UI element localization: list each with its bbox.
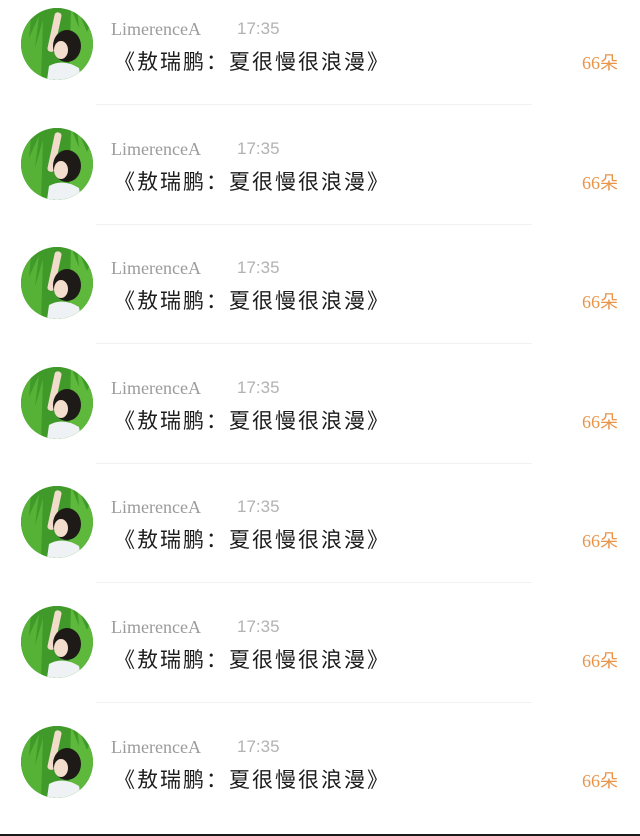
avatar-photo-icon bbox=[21, 247, 93, 320]
gift-amount: 66朵 bbox=[582, 292, 618, 313]
gift-message: 《敖瑞鹏：夏很慢很浪漫》 bbox=[114, 648, 390, 672]
gift-amount: 66朵 bbox=[582, 53, 618, 73]
gift-message: 《敖瑞鹏：夏很慢很浪漫》 bbox=[114, 408, 390, 433]
gift-message: 《敖瑞鹏：夏很慢很浪漫》 bbox=[114, 50, 390, 74]
list-item[interactable]: LimerenceA 17:35 《敖瑞鹏：夏很慢很浪漫》 66朵 bbox=[0, 718, 640, 836]
avatar-photo-icon bbox=[21, 366, 93, 439]
avatar[interactable] bbox=[21, 127, 93, 200]
avatar[interactable] bbox=[21, 486, 93, 559]
avatar[interactable] bbox=[21, 606, 93, 678]
divider bbox=[96, 223, 532, 225]
gift-amount: 66朵 bbox=[582, 531, 618, 552]
timestamp: 17:35 bbox=[237, 377, 280, 397]
avatar-photo-icon bbox=[21, 127, 93, 200]
username[interactable]: LimerenceA bbox=[111, 616, 201, 638]
timestamp: 17:35 bbox=[237, 19, 280, 38]
username[interactable]: LimerenceA bbox=[111, 377, 201, 399]
gift-message: 《敖瑞鹏：夏很慢很浪漫》 bbox=[114, 169, 390, 194]
timestamp: 17:35 bbox=[237, 617, 280, 636]
username[interactable]: LimerenceA bbox=[111, 138, 201, 160]
timestamp: 17:35 bbox=[237, 736, 280, 756]
avatar[interactable] bbox=[21, 247, 93, 320]
username[interactable]: LimerenceA bbox=[111, 736, 201, 758]
divider bbox=[96, 582, 532, 584]
avatar-photo-icon bbox=[21, 486, 93, 559]
gift-amount: 66朵 bbox=[582, 651, 618, 671]
list-item[interactable]: LimerenceA 17:35 《敖瑞鹏：夏很慢很浪漫》 66朵 bbox=[0, 0, 640, 120]
divider bbox=[96, 702, 532, 703]
divider bbox=[96, 104, 532, 105]
gift-amount: 66朵 bbox=[582, 770, 618, 791]
list-item[interactable]: LimerenceA 17:35 《敖瑞鹏：夏很慢很浪漫》 66朵 bbox=[0, 359, 640, 479]
gift-amount: 66朵 bbox=[582, 172, 618, 193]
gift-record-list: LimerenceA 17:35 《敖瑞鹏：夏很慢很浪漫》 66朵 Limere… bbox=[0, 0, 640, 836]
divider bbox=[96, 343, 532, 345]
username[interactable]: LimerenceA bbox=[111, 257, 201, 279]
username[interactable]: LimerenceA bbox=[111, 18, 201, 40]
list-item[interactable]: LimerenceA 17:35 《敖瑞鹏：夏很慢很浪漫》 66朵 bbox=[0, 478, 640, 598]
username[interactable]: LimerenceA bbox=[111, 496, 201, 518]
timestamp: 17:35 bbox=[237, 258, 280, 278]
list-item[interactable]: LimerenceA 17:35 《敖瑞鹏：夏很慢很浪漫》 66朵 bbox=[0, 120, 640, 240]
avatar[interactable] bbox=[21, 8, 93, 80]
avatar-photo-icon bbox=[21, 606, 93, 678]
avatar[interactable] bbox=[21, 725, 93, 798]
gift-amount: 66朵 bbox=[582, 411, 618, 432]
gift-message: 《敖瑞鹏：夏很慢很浪漫》 bbox=[114, 767, 390, 792]
divider bbox=[96, 462, 532, 464]
timestamp: 17:35 bbox=[237, 497, 280, 517]
list-item[interactable]: LimerenceA 17:35 《敖瑞鹏：夏很慢很浪漫》 66朵 bbox=[0, 239, 640, 359]
avatar-photo-icon bbox=[21, 725, 93, 798]
gift-message: 《敖瑞鹏：夏很慢很浪漫》 bbox=[114, 289, 390, 314]
gift-message: 《敖瑞鹏：夏很慢很浪漫》 bbox=[114, 528, 390, 553]
timestamp: 17:35 bbox=[237, 138, 280, 158]
avatar-photo-icon bbox=[21, 8, 93, 80]
avatar[interactable] bbox=[21, 366, 93, 439]
list-item[interactable]: LimerenceA 17:35 《敖瑞鹏：夏很慢很浪漫》 66朵 bbox=[0, 598, 640, 718]
